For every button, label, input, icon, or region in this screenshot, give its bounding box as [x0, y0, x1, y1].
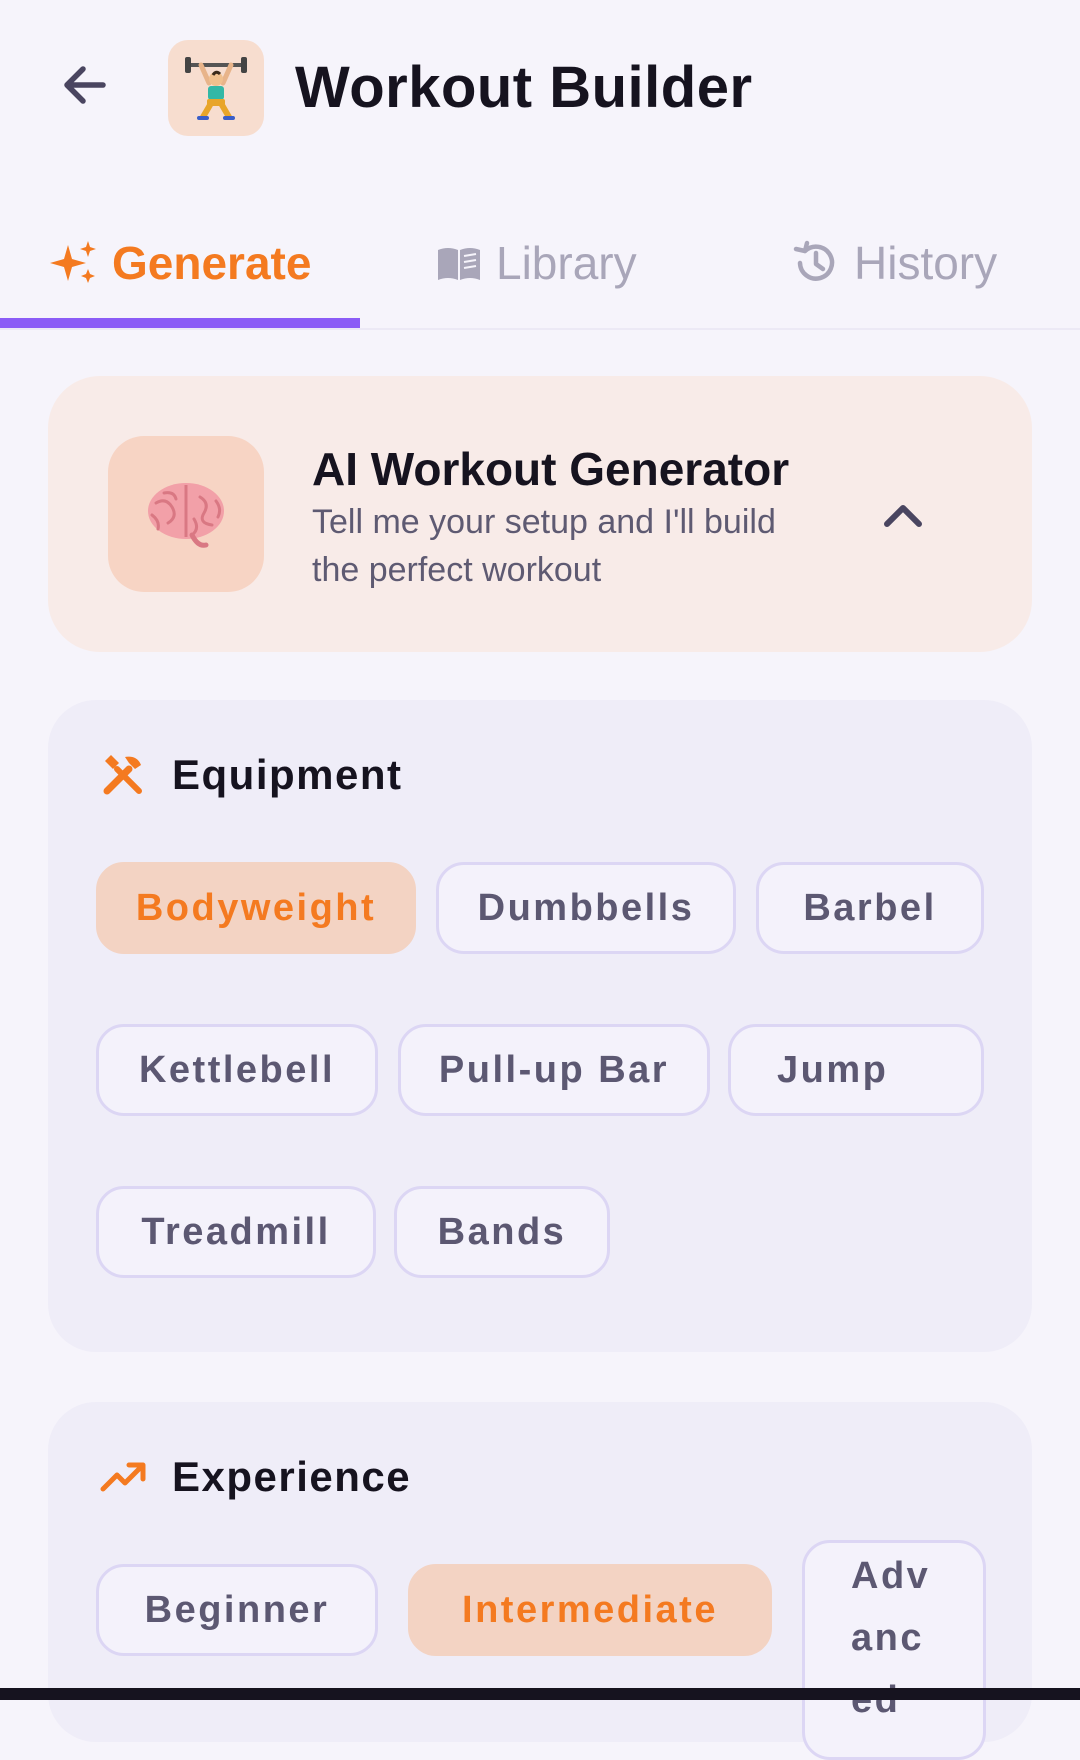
- chip-treadmill[interactable]: Treadmill: [96, 1186, 376, 1278]
- experience-title: Experience: [172, 1453, 412, 1500]
- open-book-icon: [436, 240, 482, 286]
- equipment-title: Equipment: [172, 751, 403, 798]
- brain-icon: [108, 436, 264, 592]
- tab-history-label: History: [854, 237, 998, 289]
- tab-generate-label: Generate: [112, 237, 312, 289]
- experience-header: Experience: [98, 1452, 411, 1502]
- chip-barbel[interactable]: Barbel: [756, 862, 984, 954]
- screen-bottom-edge: [0, 1688, 1080, 1700]
- tab-history[interactable]: History: [792, 200, 997, 326]
- tools-icon: [98, 750, 148, 800]
- chip-advanced[interactable]: Adv anc ed: [802, 1540, 986, 1760]
- collapse-button[interactable]: [868, 480, 938, 550]
- ai-generator-subtitle: Tell me your setup and I'll build the pe…: [312, 503, 776, 589]
- trending-up-icon: [98, 1452, 148, 1502]
- chip-jump[interactable]: Jump: [728, 1024, 984, 1116]
- chip-advanced-label: Adv anc ed: [851, 1555, 931, 1721]
- chevron-up-icon: [884, 505, 922, 527]
- ai-generator-title: AI Workout Generator: [312, 443, 790, 495]
- app-header: Workout Builder: [0, 0, 1080, 180]
- chip-beginner[interactable]: Beginner: [96, 1564, 378, 1656]
- chip-kettlebell[interactable]: Kettlebell: [96, 1024, 378, 1116]
- equipment-header: Equipment: [98, 750, 403, 800]
- back-button[interactable]: [50, 50, 120, 120]
- ai-generator-card[interactable]: AI Workout Generator Tell me your setup …: [48, 376, 1032, 652]
- history-icon: [792, 239, 840, 287]
- tab-generate[interactable]: Generate: [50, 200, 311, 326]
- active-tab-indicator: [0, 318, 360, 328]
- equipment-section: Equipment Bodyweight Dumbbells Barbel Ke…: [48, 700, 1032, 1352]
- chip-bodyweight[interactable]: Bodyweight: [96, 862, 416, 954]
- arrow-left-icon: [64, 66, 106, 104]
- page-title: Workout Builder: [295, 55, 753, 120]
- tab-bar: Generate Library History: [0, 200, 1080, 330]
- chip-intermediate[interactable]: Intermediate: [408, 1564, 772, 1656]
- chip-dumbbells[interactable]: Dumbbells: [436, 862, 736, 954]
- chip-pull-up-bar[interactable]: Pull-up Bar: [398, 1024, 710, 1116]
- tab-library-label: Library: [496, 237, 637, 289]
- chip-bands[interactable]: Bands: [394, 1186, 610, 1278]
- tab-library[interactable]: Library: [436, 200, 637, 326]
- sparkles-icon: [50, 239, 98, 287]
- weightlifter-icon: [168, 40, 264, 136]
